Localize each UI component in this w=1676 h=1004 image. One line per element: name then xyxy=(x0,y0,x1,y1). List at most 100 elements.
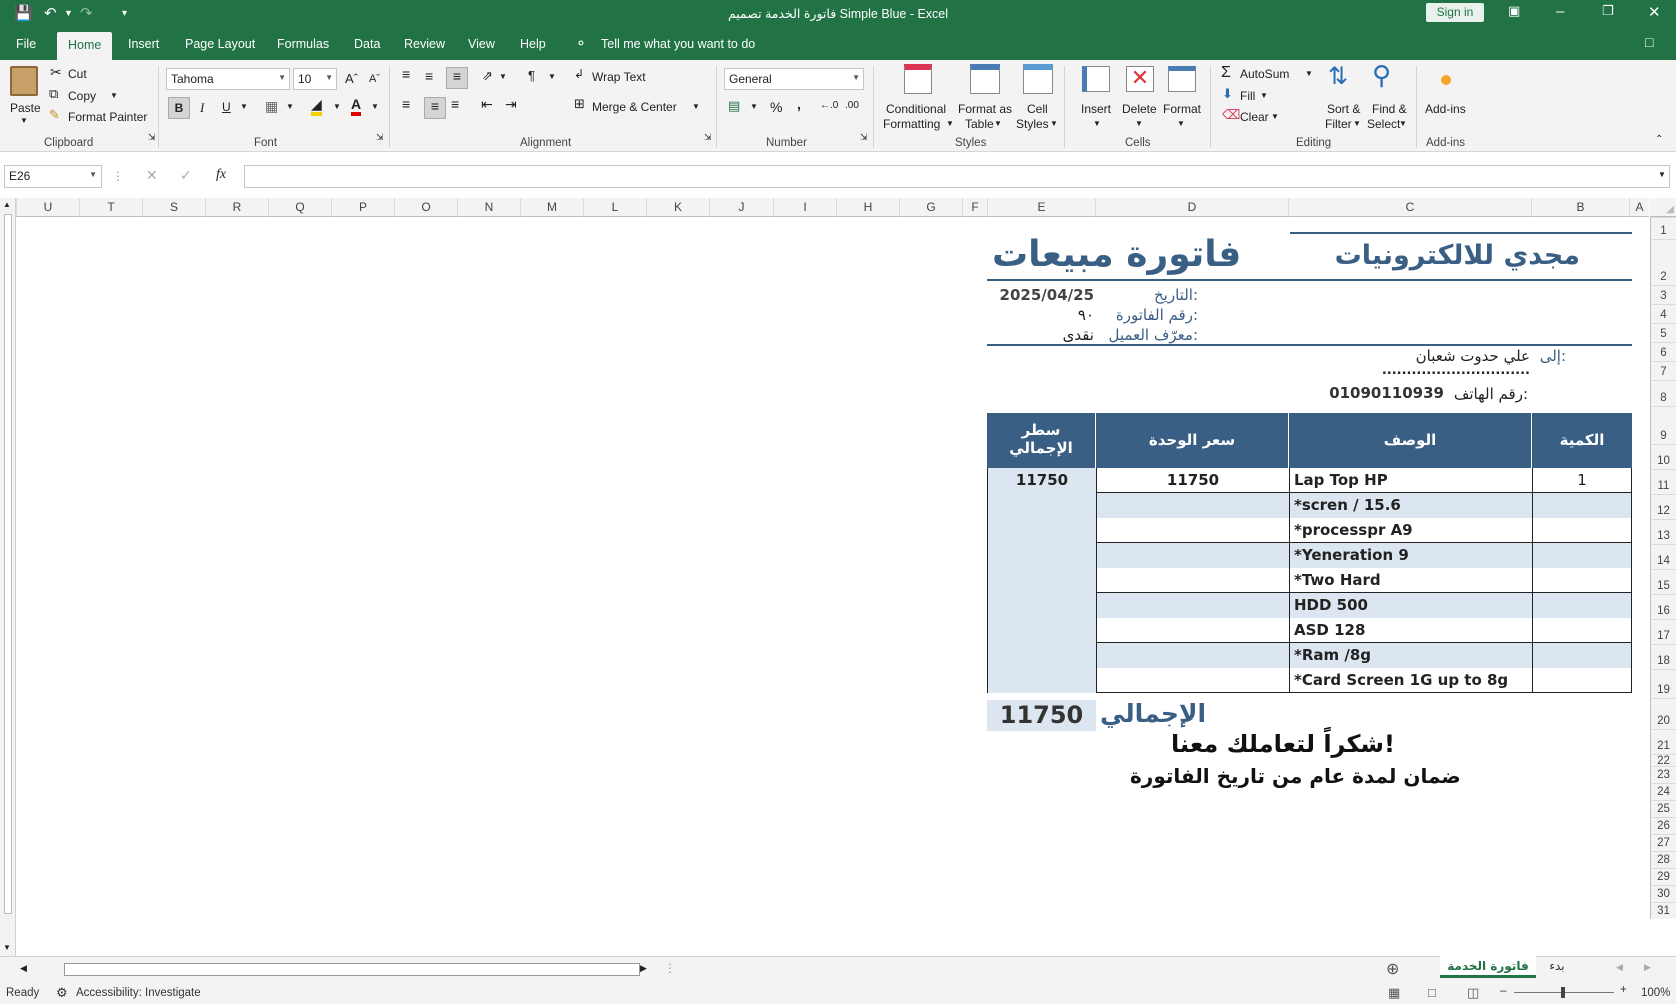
tab-insert[interactable]: Insert xyxy=(128,37,159,51)
cell-desc[interactable]: *Two Hard xyxy=(1289,568,1532,593)
row-header-9[interactable]: 9 xyxy=(1650,406,1676,444)
cell-price[interactable]: 11750 xyxy=(1096,468,1289,493)
cell-qty[interactable] xyxy=(1532,618,1632,643)
scroll-down-icon[interactable]: ▼ xyxy=(3,943,11,952)
cell-price[interactable] xyxy=(1096,618,1289,643)
collapse-ribbon-icon[interactable]: ⌃ xyxy=(1655,134,1663,145)
normal-view-icon[interactable]: ▦ xyxy=(1388,985,1400,1001)
font-launcher-icon[interactable]: ⇲ xyxy=(376,132,384,143)
insert-cells-button[interactable]: Insert xyxy=(1081,102,1111,116)
borders-dropdown-icon[interactable]: ▼ xyxy=(286,102,294,111)
accessibility-status[interactable]: Accessibility: Investigate xyxy=(76,987,201,999)
formula-input[interactable] xyxy=(244,165,1670,188)
cell-styles-label-1[interactable]: Cell xyxy=(1027,102,1048,116)
cell-price[interactable] xyxy=(1096,568,1289,593)
cell-desc[interactable]: ASD 128 xyxy=(1289,618,1532,643)
cell-desc[interactable]: *Yeneration 9 xyxy=(1289,543,1532,568)
row-header-21[interactable]: 21 xyxy=(1650,729,1676,754)
cell-total[interactable] xyxy=(987,543,1096,568)
accounting-dropdown-icon[interactable]: ▼ xyxy=(750,102,758,111)
font-name-combo[interactable]: Tahoma ▼ xyxy=(166,68,290,90)
cell-styles-label-2[interactable]: Styles xyxy=(1016,117,1049,131)
increase-decimal-icon[interactable]: ←.0 xyxy=(820,100,838,111)
column-header-T[interactable]: T xyxy=(79,198,142,217)
row-header-29[interactable]: 29 xyxy=(1650,868,1676,885)
top-align-icon[interactable]: ≡ xyxy=(402,66,410,82)
format-as-table-label-1[interactable]: Format as xyxy=(958,102,1012,116)
cell-price[interactable] xyxy=(1096,543,1289,568)
comma-button[interactable]: , xyxy=(797,96,801,112)
row-header-31[interactable]: 31 xyxy=(1650,902,1676,919)
underline-button[interactable]: U xyxy=(222,100,231,114)
new-sheet-icon[interactable]: ⊕ xyxy=(1386,959,1399,979)
tab-review[interactable]: Review xyxy=(404,37,445,51)
decrease-indent-icon[interactable]: ⇤ xyxy=(481,96,493,113)
alignment-launcher-icon[interactable]: ⇲ xyxy=(704,132,712,143)
scroll-left-icon[interactable]: ◀ xyxy=(20,963,27,974)
cell-qty[interactable]: 1 xyxy=(1532,468,1632,493)
vertical-scroll-thumb[interactable] xyxy=(4,214,12,914)
tab-split-grip-icon[interactable]: ⋮ xyxy=(664,961,676,975)
merge-dropdown-icon[interactable]: ▼ xyxy=(692,102,700,111)
row-header-16[interactable]: 16 xyxy=(1650,594,1676,619)
sheet-tab-start[interactable]: بدء xyxy=(1540,959,1574,973)
confirm-entry-icon[interactable]: ✓ xyxy=(180,167,192,184)
italic-button[interactable]: I xyxy=(200,100,204,116)
font-size-combo[interactable]: 10 ▼ xyxy=(293,68,337,90)
vertical-scrollbar[interactable]: ▲ ▼ xyxy=(0,198,16,958)
cell-total[interactable] xyxy=(987,568,1096,593)
column-header-H[interactable]: H xyxy=(836,198,899,217)
tab-help[interactable]: Help xyxy=(520,37,546,51)
tab-data[interactable]: Data xyxy=(354,37,380,51)
number-launcher-icon[interactable]: ⇲ xyxy=(860,132,868,143)
find-select-label-2[interactable]: Select xyxy=(1367,117,1400,131)
expand-formula-bar-icon[interactable]: ▼ xyxy=(1658,170,1666,179)
tab-home[interactable]: Home xyxy=(57,32,113,60)
bottom-align-icon[interactable]: ≡ xyxy=(446,67,468,89)
tab-file[interactable]: File xyxy=(16,37,36,51)
row-header-6[interactable]: 6 xyxy=(1650,342,1676,361)
find-select-label-1[interactable]: Find & xyxy=(1372,102,1407,116)
sort-filter-label-1[interactable]: Sort & xyxy=(1327,102,1360,116)
cell-total[interactable] xyxy=(987,493,1096,518)
format-as-table-label-2[interactable]: Table xyxy=(965,117,994,131)
close-icon[interactable]: ✕ xyxy=(1648,3,1661,21)
chevron-down-icon[interactable]: ▼ xyxy=(946,119,954,128)
align-left-icon[interactable]: ≡ xyxy=(402,96,410,112)
column-header-R[interactable]: R xyxy=(205,198,268,217)
prev-sheet-icon[interactable]: ◀ xyxy=(1616,962,1623,973)
ribbon-display-icon[interactable]: ▣ xyxy=(1508,3,1520,19)
row-header-19[interactable]: 19 xyxy=(1650,669,1676,698)
cell-price[interactable] xyxy=(1096,493,1289,518)
format-painter-button[interactable]: Format Painter xyxy=(68,110,147,124)
row-header-23[interactable]: 23 xyxy=(1650,766,1676,783)
row-header-30[interactable]: 30 xyxy=(1650,885,1676,902)
percent-button[interactable]: % xyxy=(770,99,782,115)
autosum-dropdown-icon[interactable]: ▼ xyxy=(1305,69,1313,78)
text-direction-dropdown-icon[interactable]: ▼ xyxy=(548,72,556,81)
column-header-K[interactable]: K xyxy=(646,198,709,217)
row-header-28[interactable]: 28 xyxy=(1650,851,1676,868)
clipboard-launcher-icon[interactable]: ⇲ xyxy=(148,132,156,143)
align-center-icon[interactable]: ≡ xyxy=(424,97,446,119)
conditional-formatting-label-1[interactable]: Conditional xyxy=(886,102,946,116)
row-header-12[interactable]: 12 xyxy=(1650,494,1676,519)
autosum-button[interactable]: AutoSum xyxy=(1240,67,1289,81)
cell-total[interactable] xyxy=(987,618,1096,643)
row-header-25[interactable]: 25 xyxy=(1650,800,1676,817)
column-header-L[interactable]: L xyxy=(583,198,646,217)
select-all-corner[interactable]: ◢ xyxy=(1650,198,1676,217)
bold-button[interactable]: B xyxy=(168,97,190,119)
cell-qty[interactable] xyxy=(1532,543,1632,568)
sort-filter-label-2[interactable]: Filter xyxy=(1325,117,1352,131)
number-format-combo[interactable]: General ▼ xyxy=(724,68,864,90)
cell-desc[interactable]: *Ram /8g xyxy=(1289,643,1532,668)
row-header-15[interactable]: 15 xyxy=(1650,569,1676,594)
column-header-I[interactable]: I xyxy=(773,198,836,217)
cell-price[interactable] xyxy=(1096,593,1289,618)
conditional-formatting-label-2[interactable]: Formatting xyxy=(883,117,940,131)
column-header-Q[interactable]: Q xyxy=(268,198,331,217)
chevron-down-icon[interactable]: ▼ xyxy=(1399,119,1407,128)
sheet-tab-active[interactable]: فاتورة الخدمة xyxy=(1440,956,1536,978)
clear-dropdown-icon[interactable]: ▼ xyxy=(1271,112,1279,121)
